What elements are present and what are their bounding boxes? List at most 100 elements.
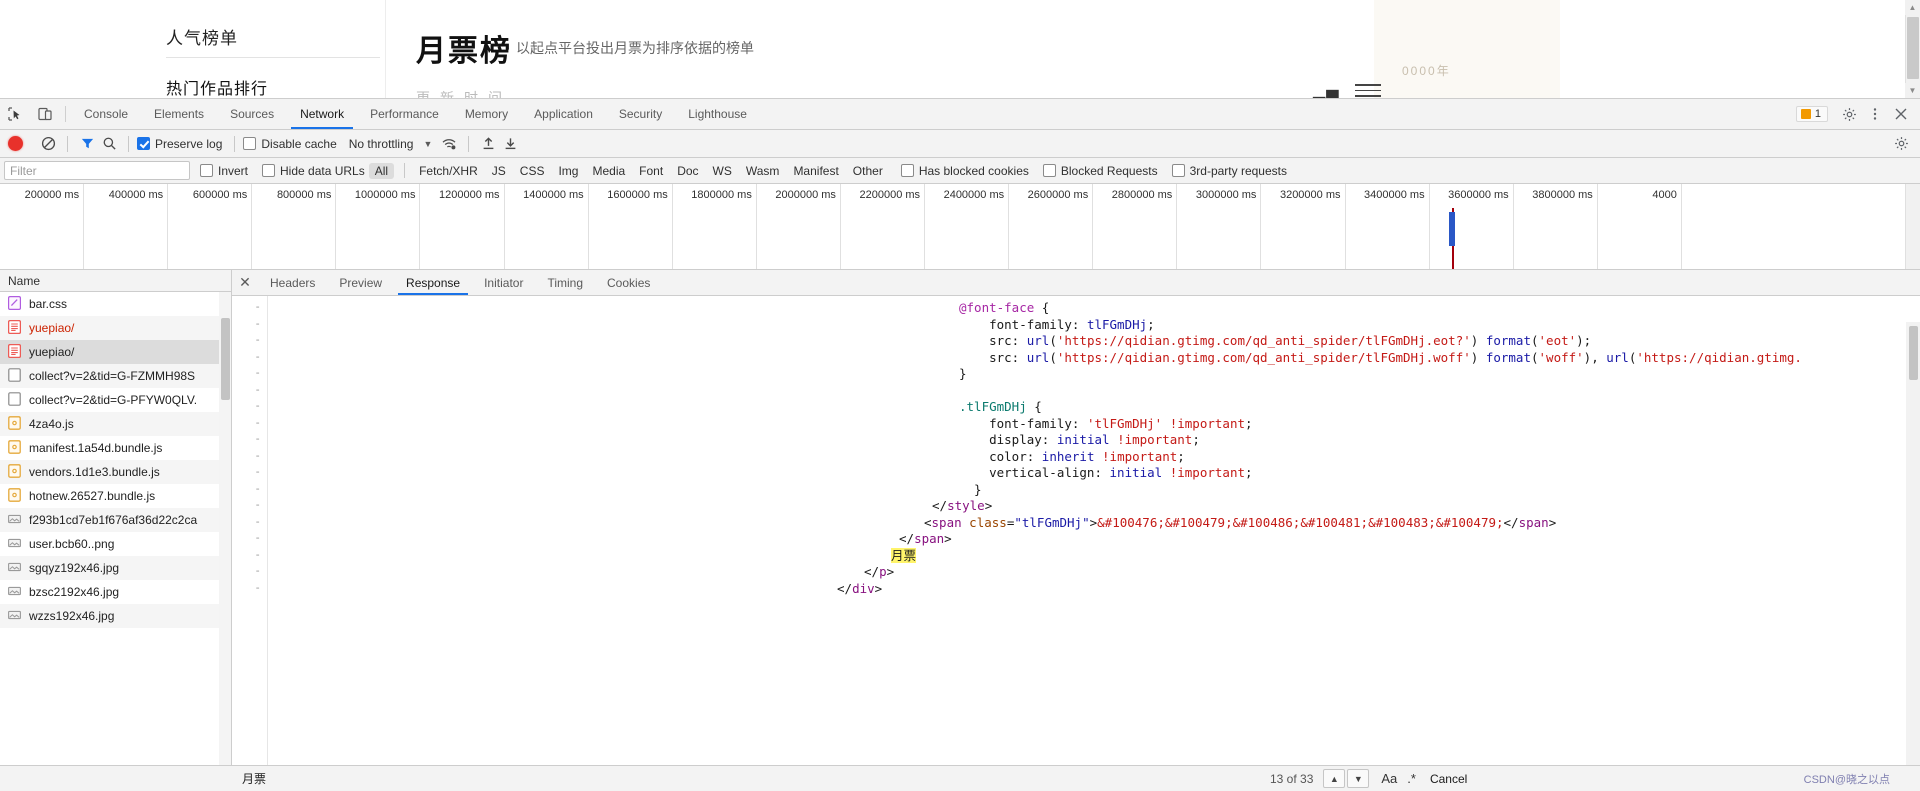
blocked-requests-checkbox[interactable]: Blocked Requests [1042, 164, 1158, 178]
gear-icon[interactable] [1836, 102, 1862, 126]
chevron-down-icon[interactable]: ▼ [423, 139, 432, 149]
hide-data-urls-checkbox[interactable]: Hide data URLs [262, 164, 365, 178]
request-row[interactable]: bzsc2192x46.jpg [0, 580, 231, 604]
detail-tab-initiator[interactable]: Initiator [472, 270, 535, 295]
type-filter-ws[interactable]: WS [707, 163, 738, 179]
tab-sources[interactable]: Sources [217, 99, 287, 129]
third-party-requests-checkbox[interactable]: 3rd-party requests [1171, 164, 1287, 178]
request-row[interactable]: f293b1cd7eb1f676af36d22c2ca [0, 508, 231, 532]
request-row[interactable]: manifest.1a54d.bundle.js [0, 436, 231, 460]
type-filter-img[interactable]: Img [552, 163, 584, 179]
request-row[interactable]: yuepiao/ [0, 316, 231, 340]
close-icon[interactable] [1888, 102, 1914, 126]
checkbox-box[interactable] [137, 137, 150, 150]
code-vscroll-thumb[interactable] [1909, 326, 1918, 380]
response-code-viewer[interactable]: - - - - - - - - - - - - - - - - - - @font-face { font-fam… [232, 296, 1920, 782]
type-filter-css[interactable]: CSS [514, 163, 551, 179]
type-filter-wasm[interactable]: Wasm [740, 163, 786, 179]
filter-input[interactable] [4, 161, 190, 180]
match-case-icon[interactable]: Aa [1381, 771, 1397, 786]
type-filter-fetch-xhr[interactable]: Fetch/XHR [413, 163, 484, 179]
network-overview-timeline[interactable]: 200000 ms 400000 ms 600000 ms 800000 ms 1000… [0, 184, 1920, 270]
throttling-select[interactable]: No throttling [349, 137, 414, 151]
tab-memory[interactable]: Memory [452, 99, 521, 129]
type-filter-js[interactable]: JS [486, 163, 512, 179]
request-row[interactable]: yuepiao/ [0, 340, 231, 364]
gutter-line-marker: - [254, 481, 261, 495]
page-scrollbar[interactable]: ▲ ▼ [1905, 0, 1920, 98]
filter-icon[interactable] [76, 133, 98, 155]
tab-application[interactable]: Application [521, 99, 606, 129]
request-row[interactable]: bar.css [0, 292, 231, 316]
request-row[interactable]: 4za4o.js [0, 412, 231, 436]
inspect-element-icon[interactable] [0, 99, 30, 129]
request-row[interactable]: hotnew.26527.bundle.js [0, 484, 231, 508]
tab-network[interactable]: Network [287, 99, 357, 129]
devtools-panel: Console Elements Sources Network Perform… [0, 98, 1920, 791]
tab-label: Console [84, 107, 129, 121]
tab-lighthouse[interactable]: Lighthouse [675, 99, 760, 129]
timeline-tick-label: 1400000 ms [523, 189, 584, 201]
detail-tab-headers[interactable]: Headers [258, 270, 327, 295]
request-list-scrollbar[interactable] [219, 292, 231, 782]
page-scrollbar-thumb[interactable] [1907, 17, 1919, 79]
hamburger-icon[interactable] [1355, 84, 1381, 97]
checkbox-box[interactable] [900, 164, 914, 177]
detail-tab-preview[interactable]: Preview [327, 270, 394, 295]
device-toolbar-icon[interactable] [30, 99, 60, 129]
clear-icon[interactable] [37, 133, 59, 155]
response-source-code[interactable]: @font-face { font-family: tlFGmDHj; src:… [269, 296, 1920, 782]
detail-tab-cookies[interactable]: Cookies [595, 270, 662, 295]
detail-tab-timing[interactable]: Timing [535, 270, 595, 295]
request-list-scroll-thumb[interactable] [221, 318, 230, 400]
export-har-icon[interactable] [499, 133, 521, 155]
request-row[interactable]: collect?v=2&tid=G-PFYW0QLV. [0, 388, 231, 412]
scroll-up-icon[interactable]: ▲ [1905, 0, 1920, 15]
page-right-faint-text: 0000年 [1402, 64, 1451, 78]
request-row[interactable]: sgqyz192x46.jpg [0, 556, 231, 580]
type-filter-doc[interactable]: Doc [671, 163, 704, 179]
request-list-header[interactable]: Name [0, 270, 231, 292]
checkbox-box[interactable] [243, 137, 257, 150]
more-vertical-icon[interactable] [1862, 102, 1888, 126]
search-prev-icon[interactable]: ▲ [1323, 769, 1346, 788]
detail-tab-response[interactable]: Response [394, 270, 472, 295]
tab-elements[interactable]: Elements [141, 99, 217, 129]
record-button[interactable] [8, 136, 23, 151]
network-settings-gear-icon[interactable] [1890, 133, 1912, 155]
checkbox-box[interactable] [1042, 164, 1056, 177]
type-filter-all[interactable]: All [368, 162, 395, 179]
checkbox-box[interactable] [1171, 164, 1185, 177]
code-vertical-scrollbar[interactable]: ▲ ▼ [1906, 322, 1920, 782]
regex-icon[interactable]: .* [1407, 771, 1416, 786]
request-row[interactable]: wzzs192x46.jpg [0, 604, 231, 628]
tab-console[interactable]: Console [71, 99, 141, 129]
tab-performance[interactable]: Performance [357, 99, 452, 129]
request-row[interactable]: collect?v=2&tid=G-FZMMH98S [0, 364, 231, 388]
disable-cache-label: Disable cache [261, 136, 337, 151]
scroll-down-icon[interactable]: ▼ [1905, 83, 1920, 98]
type-filter-font[interactable]: Font [633, 163, 669, 179]
detail-close-icon[interactable]: ✕ [232, 270, 258, 295]
network-conditions-icon[interactable] [438, 133, 460, 155]
toolbar-separator [67, 135, 68, 152]
type-filter-media[interactable]: Media [586, 163, 631, 179]
import-har-icon[interactable] [477, 133, 499, 155]
type-label: Other [852, 163, 883, 178]
checkbox-box[interactable] [200, 164, 213, 177]
checkbox-box[interactable] [262, 164, 276, 177]
type-filter-manifest[interactable]: Manifest [787, 163, 844, 179]
disable-cache-checkbox[interactable]: Disable cache [243, 136, 337, 151]
request-row[interactable]: user.bcb60..png [0, 532, 231, 556]
search-next-icon[interactable]: ▼ [1347, 769, 1370, 788]
warning-count-badge[interactable]: 1 [1795, 106, 1828, 122]
tab-security[interactable]: Security [606, 99, 675, 129]
type-filter-other[interactable]: Other [847, 163, 889, 179]
code-search-input[interactable] [240, 770, 1270, 787]
preserve-log-checkbox[interactable]: Preserve log [137, 137, 222, 151]
search-icon[interactable] [98, 133, 120, 155]
request-row[interactable]: vendors.1d1e3.bundle.js [0, 460, 231, 484]
invert-checkbox[interactable]: Invert [200, 164, 248, 178]
has-blocked-cookies-checkbox[interactable]: Has blocked cookies [900, 164, 1029, 178]
search-cancel-button[interactable]: Cancel [1430, 772, 1467, 786]
